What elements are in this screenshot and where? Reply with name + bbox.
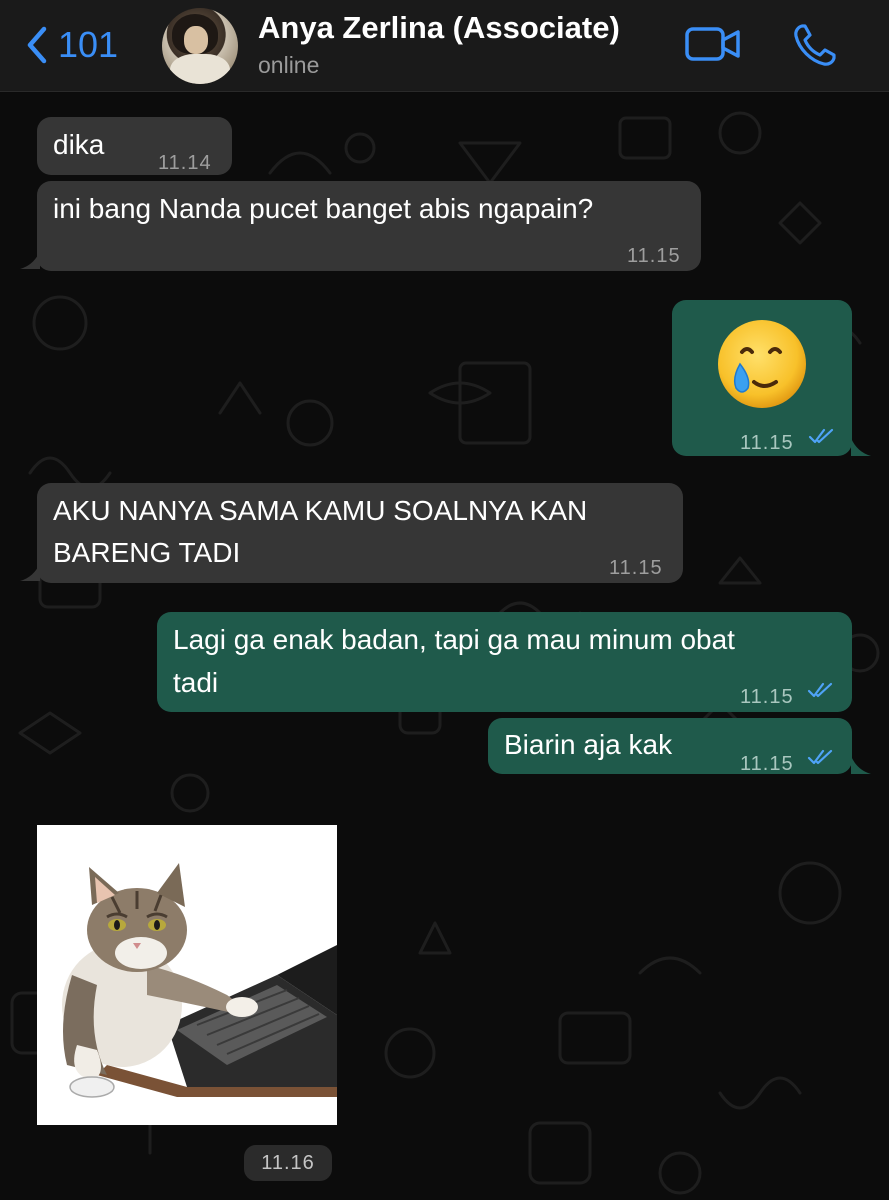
message-text: Biarin aja kak bbox=[504, 729, 673, 760]
bubble-tail bbox=[851, 438, 871, 456]
outgoing-message[interactable]: 11.15 bbox=[672, 300, 852, 456]
message-time: 11.15 bbox=[609, 557, 663, 579]
message-time: 11.15 bbox=[740, 686, 794, 708]
message-time: 11.15 bbox=[627, 245, 681, 267]
message-text: ini bang Nanda pucet banget abis ngapain… bbox=[53, 193, 594, 224]
message-text-line: tadi bbox=[173, 667, 219, 698]
video-call-icon[interactable] bbox=[684, 24, 742, 64]
smiling-face-with-tear-emoji bbox=[718, 320, 806, 408]
message-text-line: Lagi ga enak badan, tapi ga mau minum ob… bbox=[173, 624, 735, 655]
bubble-tail bbox=[20, 251, 40, 269]
outgoing-message[interactable]: Lagi ga enak badan, tapi ga mau minum ob… bbox=[157, 612, 852, 712]
read-receipt-icon bbox=[807, 749, 833, 765]
chat-area[interactable]: dika 11.14 ini bang Nanda pucet banget a… bbox=[0, 93, 889, 1200]
read-receipt-icon bbox=[807, 682, 833, 698]
sticker-time: 11.16 bbox=[244, 1145, 332, 1181]
cat-typing-sticker-image bbox=[62, 863, 337, 1098]
message-time: 11.14 bbox=[158, 152, 212, 174]
outgoing-message[interactable]: Biarin aja kak 11.15 bbox=[488, 718, 852, 775]
read-receipt-icon bbox=[808, 428, 834, 444]
incoming-message[interactable]: dika 11.14 bbox=[37, 117, 232, 175]
bubble-tail bbox=[20, 563, 40, 581]
unread-count: 101 bbox=[58, 24, 119, 65]
phone-call-icon[interactable] bbox=[792, 22, 838, 68]
back-button[interactable]: 101 bbox=[22, 22, 118, 68]
chevron-left-icon bbox=[27, 26, 47, 64]
incoming-message[interactable]: AKU NANYA SAMA KAMU SOALNYA KAN BARENG T… bbox=[37, 483, 683, 583]
bubble-tail bbox=[851, 756, 871, 774]
chat-header: 101 Anya Zerlina (Associate) online bbox=[0, 0, 889, 92]
message-time: 11.15 bbox=[740, 432, 794, 454]
message-time: 11.15 bbox=[740, 753, 794, 775]
message-text-line: BARENG TADI bbox=[53, 537, 241, 568]
cat-sticker[interactable] bbox=[37, 825, 337, 1125]
contact-status: online bbox=[258, 52, 320, 78]
incoming-message[interactable]: ini bang Nanda pucet banget abis ngapain… bbox=[37, 181, 701, 271]
message-text-line: AKU NANYA SAMA KAMU SOALNYA KAN bbox=[53, 495, 588, 526]
avatar[interactable] bbox=[162, 8, 238, 84]
message-text: dika bbox=[53, 129, 105, 160]
contact-name[interactable]: Anya Zerlina (Associate) bbox=[258, 10, 620, 46]
